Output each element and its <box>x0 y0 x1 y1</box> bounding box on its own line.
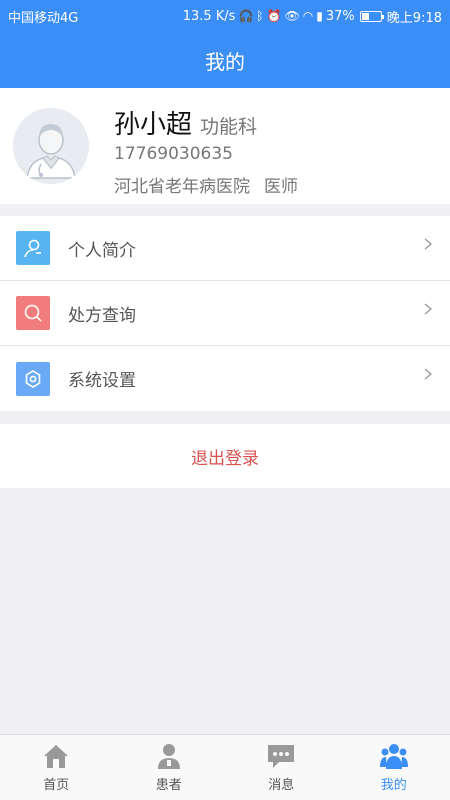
eye-icon: 👁 <box>284 9 300 23</box>
doctor-name: 孙小超 <box>114 110 193 140</box>
tab-label: 我的 <box>380 778 407 793</box>
profile-icon <box>16 231 50 265</box>
settings-icon <box>16 361 50 396</box>
menu-item-settings[interactable]: 系统设置 <box>0 346 450 411</box>
message-icon <box>268 745 295 768</box>
tab-label: 消息 <box>268 778 295 793</box>
tab-messages[interactable]: 消息 <box>225 735 338 800</box>
tab-mine[interactable]: 我的 <box>338 735 450 800</box>
patient-icon <box>157 744 180 769</box>
logout-button[interactable]: 退出登录 <box>0 424 450 488</box>
menu-label: 系统设置 <box>68 371 136 391</box>
menu-label: 处方查询 <box>68 305 136 326</box>
app-bar: 我的 <box>0 32 450 88</box>
clock: 晚上9:18 <box>386 10 442 26</box>
status-right: 13.5 K/s 🎧 ᛒ ⏰ 👁 ◠ ▮ 37% 晚上9:18 <box>183 7 442 26</box>
bottom-tab-bar: 首页 患者 消息 我的 <box>0 734 450 800</box>
menu-item-prescription[interactable]: 处方查询 <box>0 281 450 346</box>
logout-label: 退出登录 <box>191 448 259 469</box>
profile-card[interactable]: 孙小超 功能科 17769030635 河北省老年病医院 医师 <box>0 88 450 204</box>
carrier-label: 中国移动4G <box>8 10 79 26</box>
signal-icon: ▮ <box>316 9 323 23</box>
tab-label: 患者 <box>155 778 182 793</box>
network-speed: 13.5 K/s <box>182 8 236 24</box>
department: 功能科 <box>200 116 258 138</box>
avatar[interactable] <box>13 108 89 184</box>
headset-icon: 🎧 <box>238 9 254 23</box>
doctor-role: 医师 <box>264 177 298 197</box>
menu-label: 个人简介 <box>68 240 136 261</box>
settings-menu: 个人简介 处方查询 系统设置 <box>0 216 450 411</box>
hospital-row: 河北省老年病医院 医师 <box>114 172 298 197</box>
status-bar: 中国移动4G 13.5 K/s 🎧 ᛒ ⏰ 👁 ◠ ▮ 37% 晚上9:18 <box>0 0 450 32</box>
doctor-avatar-icon <box>13 108 89 184</box>
hospital-name: 河北省老年病医院 <box>114 177 250 197</box>
alarm-icon: ⏰ <box>266 9 282 23</box>
tab-patients[interactable]: 患者 <box>113 735 226 800</box>
phone-number: 17769030635 <box>114 144 233 164</box>
home-icon <box>44 745 69 768</box>
battery-icon <box>359 10 384 22</box>
tab-home[interactable]: 首页 <box>0 735 113 800</box>
bluetooth-icon: ᛒ <box>256 9 264 23</box>
chevron-right-icon <box>424 303 433 315</box>
menu-item-profile[interactable]: 个人简介 <box>0 216 450 281</box>
mine-icon <box>379 744 408 769</box>
chevron-right-icon <box>424 238 433 250</box>
page-title: 我的 <box>205 49 245 74</box>
wifi-icon: ◠ <box>302 9 314 23</box>
battery-percent: 37% <box>325 8 355 24</box>
chevron-right-icon <box>424 368 433 380</box>
name-row: 孙小超 功能科 <box>114 104 257 141</box>
tab-label: 首页 <box>43 778 70 793</box>
search-icon <box>16 296 50 330</box>
